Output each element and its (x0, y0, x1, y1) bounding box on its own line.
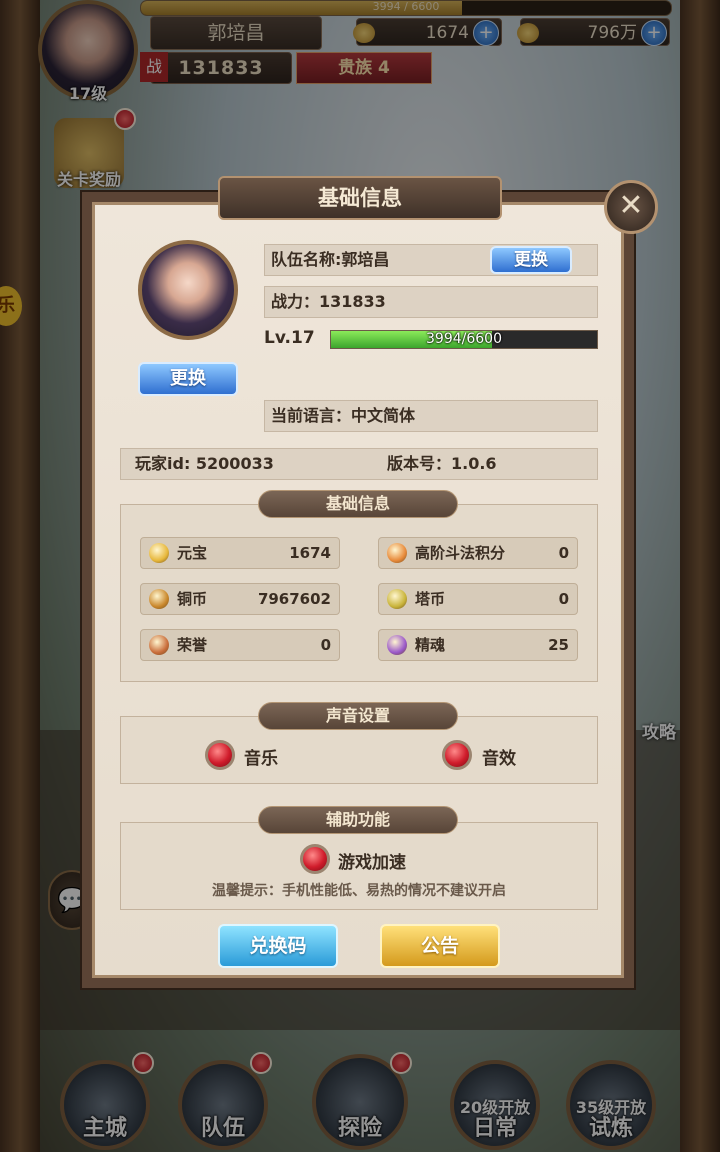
notice-button[interactable]: 公告 (380, 924, 500, 968)
currency-value: 25 (548, 636, 569, 654)
section-title-sound: 声音设置 (258, 702, 458, 730)
music-label: 音乐 (244, 749, 278, 769)
currency-value: 1674 (289, 544, 331, 562)
section-title-assist: 辅助功能 (258, 806, 458, 834)
tower-coin-icon (387, 589, 407, 609)
change-avatar-button[interactable]: 更换 (138, 362, 238, 396)
currency-copper: 铜币 7967602 (140, 583, 340, 615)
team-avatar (138, 240, 238, 340)
currency-name: 元宝 (177, 544, 208, 562)
music-toggle[interactable] (205, 740, 235, 770)
player-id-label: 玩家id: 5200033 (135, 454, 274, 473)
dialog-title: 基础信息 (218, 176, 502, 220)
currency-value: 0 (558, 590, 569, 608)
team-level-label: Lv.17 (264, 328, 315, 348)
sfx-toggle[interactable] (442, 740, 472, 770)
warm-tip: 温馨提示：手机性能低、易热的情况不建议开启 (212, 883, 506, 899)
currency-value: 0 (558, 544, 569, 562)
honor-icon (149, 635, 169, 655)
language-label: 当前语言：中文简体 (271, 406, 416, 425)
currency-tower-coin: 塔币 0 (378, 583, 578, 615)
currency-name: 高阶斗法积分 (415, 544, 506, 562)
sfx-label: 音效 (482, 749, 516, 769)
copper-coin-icon (149, 589, 169, 609)
duel-points-icon (387, 543, 407, 563)
team-name-label: 队伍名称:郭培昌 (271, 250, 390, 269)
team-power-field: 战力：131833 (264, 286, 598, 318)
yuanbao-icon (149, 543, 169, 563)
currency-name: 塔币 (415, 590, 446, 608)
section-title-basic: 基础信息 (258, 490, 458, 518)
currency-value: 0 (320, 636, 331, 654)
redeem-code-button[interactable]: 兑换码 (218, 924, 338, 968)
currency-name: 铜币 (177, 590, 208, 608)
currency-name: 荣誉 (177, 636, 208, 654)
change-team-name-button[interactable]: 更换 (490, 246, 572, 274)
currency-duel-points: 高阶斗法积分 0 (378, 537, 578, 569)
currency-value: 7967602 (257, 590, 331, 608)
version-label: 版本号：1.0.6 (387, 454, 497, 473)
team-exp-bar: 3994/6600 (330, 330, 598, 349)
team-power-label: 战力：131833 (271, 292, 386, 311)
speedup-label: 游戏加速 (338, 853, 406, 873)
currency-name: 精魂 (415, 636, 446, 654)
spirit-icon (387, 635, 407, 655)
currency-spirit: 精魂 25 (378, 629, 578, 661)
currency-yuanbao: 元宝 1674 (140, 537, 340, 569)
speedup-toggle[interactable] (300, 844, 330, 874)
close-button[interactable]: ✕ (604, 180, 658, 234)
currency-honor: 荣誉 0 (140, 629, 340, 661)
player-id-version-row: 玩家id: 5200033 版本号：1.0.6 (120, 448, 598, 480)
language-field[interactable]: 当前语言：中文简体 (264, 400, 598, 432)
team-exp-text: 3994/6600 (426, 331, 502, 347)
